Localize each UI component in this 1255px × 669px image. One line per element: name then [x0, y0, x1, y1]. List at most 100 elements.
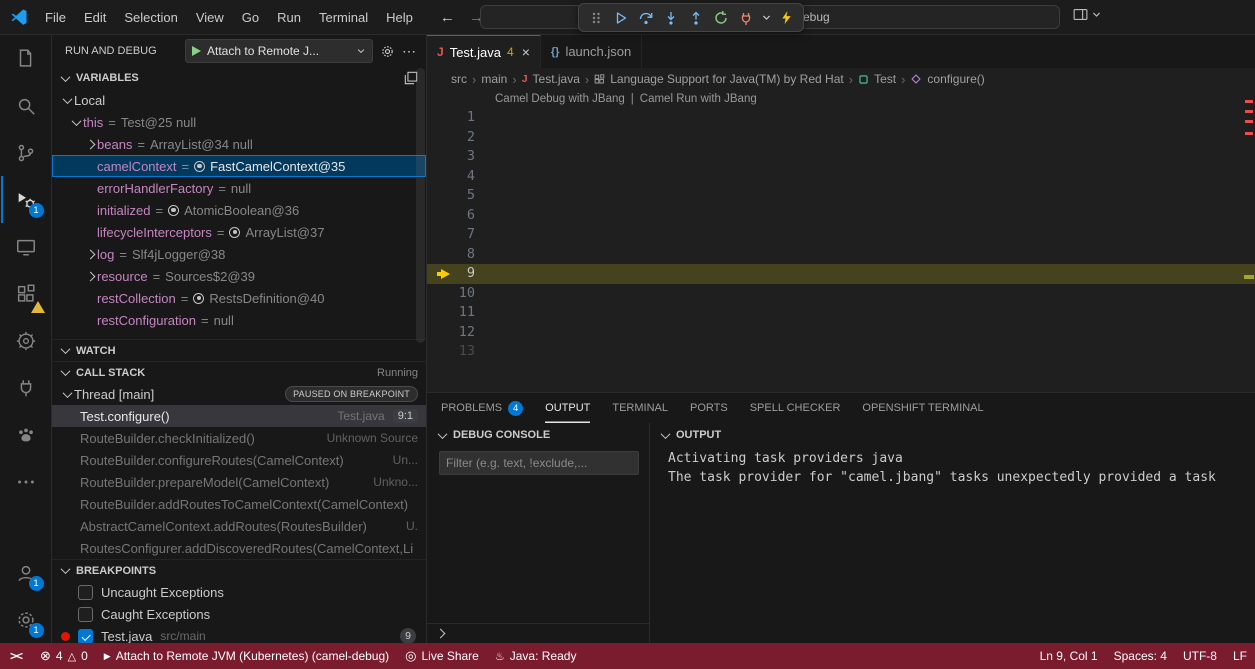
remote-indicator[interactable]: ><: [0, 643, 32, 669]
checkbox-unchecked[interactable]: [78, 607, 93, 622]
breadcrumb-item[interactable]: Test.java: [533, 72, 580, 86]
breadcrumb-item[interactable]: main: [481, 72, 507, 86]
code-editor[interactable]: Camel Debug with JBang | Camel Run with …: [427, 90, 1255, 392]
menu-run[interactable]: Run: [268, 4, 310, 30]
back-arrow-icon[interactable]: ←: [440, 9, 455, 26]
call-stack-section-header[interactable]: CALL STACK Running: [52, 361, 426, 383]
breadcrumb-item[interactable]: Language Support for Java(TM) by Red Hat: [610, 72, 843, 86]
stack-frame[interactable]: RouteBuilder.addRoutesToCamelContext(Cam…: [52, 493, 426, 515]
gutter[interactable]: 9: [427, 264, 495, 284]
tab-problems[interactable]: PROBLEMS 4: [441, 393, 523, 423]
step-over-button[interactable]: [635, 7, 657, 29]
lazy-eval-icon[interactable]: [194, 161, 205, 172]
tab-launch-json[interactable]: {} launch.json: [541, 35, 642, 68]
gutter[interactable]: 10: [427, 284, 495, 304]
tab-terminal[interactable]: TERMINAL: [612, 393, 668, 423]
stack-frame[interactable]: RouteBuilder.prepareModel(CamelContext) …: [52, 471, 426, 493]
views-more-actions-icon[interactable]: ⋯: [402, 43, 416, 60]
debug-settings-gear-icon[interactable]: [380, 44, 395, 59]
tab-output[interactable]: OUTPUT: [545, 393, 590, 423]
tab-openshift-terminal[interactable]: OPENSHIFT TERMINAL: [862, 393, 983, 423]
variable-row-selected[interactable]: camelContext = FastCamelContext@35: [52, 155, 426, 177]
overview-ruler[interactable]: [1243, 90, 1255, 392]
codelens-camel-debug-link[interactable]: Camel Debug with JBang: [495, 93, 625, 105]
lazy-eval-icon[interactable]: [168, 205, 179, 216]
menu-terminal[interactable]: Terminal: [310, 4, 377, 30]
eol-status[interactable]: LF: [1225, 643, 1255, 669]
stack-frame[interactable]: Test.configure() Test.java 9:1: [52, 405, 426, 427]
output-log[interactable]: Activating task providers java The task …: [650, 447, 1255, 487]
tab-spell-checker[interactable]: SPELL CHECKER: [750, 393, 841, 423]
breakpoints-section-header[interactable]: BREAKPOINTS: [52, 559, 426, 581]
menu-go[interactable]: Go: [233, 4, 268, 30]
live-share-status[interactable]: ◎ Live Share: [397, 643, 487, 669]
encoding-status[interactable]: UTF-8: [1175, 643, 1225, 669]
variable-row[interactable]: this = Test@25 null: [52, 111, 426, 133]
gutter[interactable]: 5: [427, 186, 495, 206]
explorer-icon[interactable]: [1, 35, 51, 82]
java-status[interactable]: ♨ Java: Ready: [487, 643, 585, 669]
variable-row[interactable]: initialized = AtomicBoolean@36: [52, 199, 426, 221]
variable-row[interactable]: errorHandlerFactory = null: [52, 177, 426, 199]
variable-row[interactable]: restCollection = RestsDefinition@40: [52, 287, 426, 309]
tab-test-java[interactable]: J Test.java 4 ×: [427, 35, 541, 68]
close-icon[interactable]: ×: [522, 44, 530, 60]
breakpoint-row[interactable]: Caught Exceptions: [52, 603, 426, 625]
problems-status[interactable]: ⊗ 4 △ 0: [32, 643, 96, 669]
layout-control[interactable]: [1072, 6, 1102, 23]
breakpoint-row[interactable]: Uncaught Exceptions: [52, 581, 426, 603]
gutter[interactable]: 12: [427, 323, 495, 343]
gutter[interactable]: 11: [427, 303, 495, 323]
gutter[interactable]: 3: [427, 147, 495, 167]
menu-view[interactable]: View: [187, 4, 233, 30]
restart-button[interactable]: [710, 7, 732, 29]
breadcrumb-item[interactable]: Test: [874, 72, 896, 86]
menu-help[interactable]: Help: [377, 4, 422, 30]
stack-frame[interactable]: RoutesConfigurer.addDiscoveredRoutes(Cam…: [52, 537, 426, 559]
drag-handle-icon[interactable]: [585, 7, 607, 29]
search-icon[interactable]: [1, 82, 51, 129]
output-header[interactable]: OUTPUT: [650, 423, 1255, 447]
source-control-icon[interactable]: [1, 129, 51, 176]
cursor-position-status[interactable]: Ln 9, Col 1: [1032, 643, 1106, 669]
hot-code-replace-icon[interactable]: [775, 7, 797, 29]
run-and-debug-icon[interactable]: 1: [1, 176, 51, 223]
accounts-icon[interactable]: 1: [1, 549, 51, 596]
remote-explorer-icon[interactable]: [1, 223, 51, 270]
disconnect-button[interactable]: [735, 7, 757, 29]
settings-gear-icon[interactable]: 1: [1, 596, 51, 643]
variables-section-header[interactable]: VARIABLES: [52, 67, 426, 89]
breadcrumb-item[interactable]: src: [451, 72, 467, 86]
start-debug-icon[interactable]: [192, 46, 201, 56]
variable-row[interactable]: log = Slf4jLogger@38: [52, 243, 426, 265]
checkbox-checked[interactable]: [78, 629, 93, 644]
lazy-eval-icon[interactable]: [193, 293, 204, 304]
checkbox-unchecked[interactable]: [78, 585, 93, 600]
debug-target-status[interactable]: ▶ Attach to Remote JVM (Kubernetes) (cam…: [96, 643, 397, 669]
gutter[interactable]: 1: [427, 108, 495, 128]
breadcrumb-item[interactable]: configure(): [927, 72, 984, 86]
watch-section-header[interactable]: WATCH: [52, 339, 426, 361]
menu-selection[interactable]: Selection: [115, 4, 186, 30]
debug-console-header[interactable]: DEBUG CONSOLE: [427, 423, 649, 447]
more-views-icon[interactable]: [1, 458, 51, 505]
kubernetes-icon[interactable]: [1, 317, 51, 364]
gutter[interactable]: 2: [427, 128, 495, 148]
debug-console-filter-input[interactable]: [439, 451, 639, 475]
stack-frame[interactable]: RouteBuilder.checkInitialized() Unknown …: [52, 427, 426, 449]
variable-row[interactable]: restConfiguration = null: [52, 309, 426, 331]
variable-row[interactable]: lifecycleInterceptors = ArrayList@37: [52, 221, 426, 243]
debug-console-prompt[interactable]: [427, 623, 649, 643]
remote-plug-icon[interactable]: [1, 364, 51, 411]
step-into-button[interactable]: [660, 7, 682, 29]
codelens-camel-run-link[interactable]: Camel Run with JBang: [640, 93, 757, 105]
gutter[interactable]: 13: [427, 342, 495, 362]
launch-config-dropdown[interactable]: Attach to Remote J...: [185, 39, 373, 63]
indentation-status[interactable]: Spaces: 4: [1106, 643, 1175, 669]
paw-extension-icon[interactable]: [1, 411, 51, 458]
continue-button[interactable]: [610, 7, 632, 29]
gutter[interactable]: 7: [427, 225, 495, 245]
variable-row[interactable]: beans = ArrayList@34 null: [52, 133, 426, 155]
variables-scope-row[interactable]: Local: [52, 89, 426, 111]
menu-file[interactable]: File: [36, 4, 75, 30]
